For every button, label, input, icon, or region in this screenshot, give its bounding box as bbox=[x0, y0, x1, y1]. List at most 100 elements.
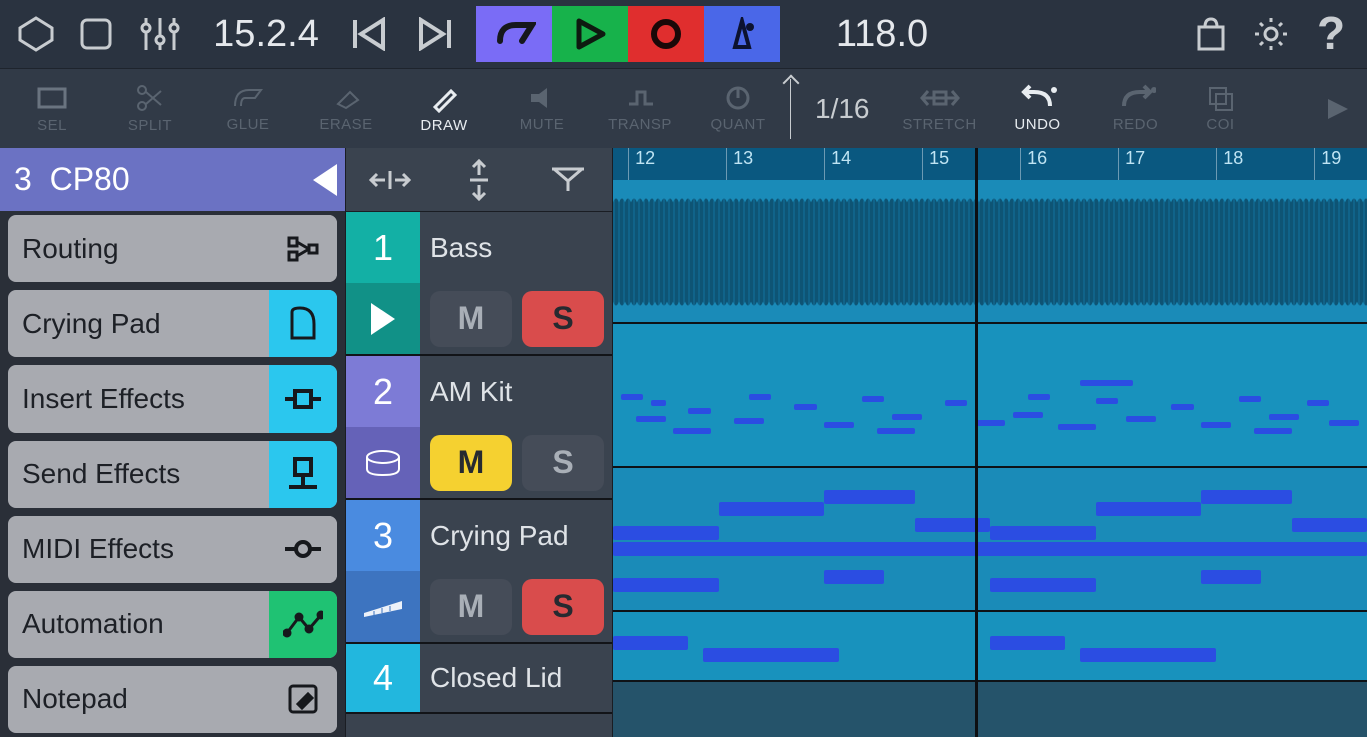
ruler-bar: 14 bbox=[824, 148, 851, 180]
svg-text:?: ? bbox=[1317, 11, 1345, 57]
mixer-icon[interactable] bbox=[128, 6, 192, 62]
timeline-ruler[interactable]: 12 13 14 15 16 17 18 19 bbox=[613, 148, 1367, 180]
tool-redo-label: REDO bbox=[1113, 116, 1158, 133]
song-position[interactable]: 15.2.4 bbox=[196, 13, 336, 56]
sidebar-item-send-effects[interactable]: Send Effects bbox=[8, 441, 337, 508]
tool-erase[interactable]: ERASE bbox=[298, 71, 394, 147]
track-play-button[interactable] bbox=[346, 283, 420, 354]
ruler-bar: 16 bbox=[1020, 148, 1047, 180]
solo-button[interactable]: S bbox=[522, 579, 604, 635]
tool-glue[interactable]: GLUE bbox=[200, 71, 296, 147]
tool-copy[interactable]: COI bbox=[1186, 71, 1256, 147]
sidebar-item-label: MIDI Effects bbox=[8, 533, 174, 565]
tool-transp-label: TRANSP bbox=[608, 116, 672, 133]
piano-icon bbox=[269, 290, 337, 357]
sidebar-item-instrument[interactable]: Crying Pad bbox=[8, 290, 337, 357]
tool-draw[interactable]: DRAW bbox=[396, 71, 492, 147]
sidebar-item-routing[interactable]: Routing bbox=[8, 215, 337, 282]
tool-redo[interactable]: REDO bbox=[1088, 71, 1184, 147]
track-name: Bass bbox=[420, 212, 612, 283]
track-name: Crying Pad bbox=[420, 500, 612, 571]
sidebar-item-midi-effects[interactable]: MIDI Effects bbox=[8, 516, 337, 583]
tool-transp[interactable]: TRANSP bbox=[592, 71, 688, 147]
forward-button[interactable] bbox=[404, 6, 464, 62]
tool-mute[interactable]: MUTE bbox=[494, 71, 590, 147]
tool-quant[interactable]: QUANT bbox=[690, 71, 786, 147]
tool-undo-label: UNDO bbox=[1014, 116, 1060, 133]
solo-button[interactable]: S bbox=[522, 291, 604, 347]
ruler-bar: 18 bbox=[1216, 148, 1243, 180]
sidebar-item-label: Send Effects bbox=[8, 458, 180, 490]
vertical-zoom-icon[interactable] bbox=[449, 156, 509, 204]
mute-button[interactable]: M bbox=[430, 435, 512, 491]
clip-lanes bbox=[613, 180, 1367, 737]
track-number: 2 bbox=[346, 356, 420, 427]
track-number: 1 bbox=[346, 212, 420, 283]
sidebar-item-notepad[interactable]: Notepad bbox=[8, 666, 337, 733]
sidebar-item-label: Routing bbox=[8, 233, 119, 265]
routing-icon bbox=[269, 215, 337, 282]
play-button[interactable] bbox=[552, 6, 628, 62]
horizontal-zoom-icon[interactable] bbox=[360, 156, 420, 204]
tool-stretch[interactable]: STRETCH bbox=[892, 71, 988, 147]
record-button[interactable] bbox=[628, 6, 704, 62]
clip-lane[interactable] bbox=[613, 468, 1367, 612]
tool-split[interactable]: SPLIT bbox=[102, 71, 198, 147]
track-instrument-icon[interactable] bbox=[346, 427, 420, 498]
track-name: Closed Lid bbox=[420, 644, 612, 712]
toolbar-play-icon[interactable] bbox=[1313, 71, 1363, 147]
shop-icon[interactable] bbox=[1183, 6, 1239, 62]
sidebar-header[interactable]: 3 CP80 bbox=[0, 148, 345, 211]
tool-draw-label: DRAW bbox=[420, 117, 467, 134]
stop-button[interactable] bbox=[68, 6, 124, 62]
ruler-bar: 19 bbox=[1314, 148, 1341, 180]
tool-split-label: SPLIT bbox=[128, 117, 172, 134]
playhead[interactable] bbox=[975, 148, 978, 737]
tool-erase-label: ERASE bbox=[319, 116, 372, 133]
mute-button[interactable]: M bbox=[430, 579, 512, 635]
topbar: 15.2.4 118.0 ? bbox=[0, 0, 1367, 68]
collapse-left-icon[interactable] bbox=[313, 164, 337, 196]
track-header[interactable]: 3 Crying Pad M S bbox=[346, 500, 612, 644]
track-number: 4 bbox=[346, 644, 420, 712]
clip-lane[interactable] bbox=[613, 180, 1367, 324]
notepad-icon bbox=[269, 666, 337, 733]
loop-button[interactable] bbox=[476, 6, 552, 62]
help-icon[interactable]: ? bbox=[1303, 6, 1359, 62]
edit-toolbar: SEL SPLIT GLUE ERASE DRAW MUTE TRANSP QU… bbox=[0, 68, 1367, 148]
ruler-bar: 15 bbox=[922, 148, 949, 180]
tempo-display[interactable]: 118.0 bbox=[812, 13, 952, 56]
track-tools-row bbox=[346, 148, 612, 212]
mute-button[interactable]: M bbox=[430, 291, 512, 347]
track-instrument-icon[interactable] bbox=[346, 571, 420, 642]
tool-sel[interactable]: SEL bbox=[4, 71, 100, 147]
sidebar-item-label: Insert Effects bbox=[8, 383, 185, 415]
settings-icon[interactable] bbox=[1243, 6, 1299, 62]
sidebar-header-label: 3 CP80 bbox=[14, 161, 130, 198]
track-header[interactable]: 4 Closed Lid bbox=[346, 644, 612, 714]
track-header[interactable]: 2 AM Kit M S bbox=[346, 356, 612, 500]
track-header[interactable]: 1 Bass M S bbox=[346, 212, 612, 356]
clip-lane[interactable] bbox=[613, 612, 1367, 682]
project-icon[interactable] bbox=[8, 6, 64, 62]
sidebar-item-label: Crying Pad bbox=[8, 308, 161, 340]
sidebar-item-label: Automation bbox=[8, 608, 164, 640]
ruler-bar: 12 bbox=[628, 148, 655, 180]
sidebar-item-insert-effects[interactable]: Insert Effects bbox=[8, 365, 337, 432]
rewind-button[interactable] bbox=[340, 6, 400, 62]
track-header-column: 1 Bass M S 2 AM Kit M bbox=[345, 148, 613, 737]
tool-sel-label: SEL bbox=[37, 117, 67, 134]
filter-icon[interactable] bbox=[538, 156, 598, 204]
metronome-button[interactable] bbox=[704, 6, 780, 62]
midi-icon bbox=[269, 516, 337, 583]
solo-button[interactable]: S bbox=[522, 435, 604, 491]
clip-lane[interactable] bbox=[613, 324, 1367, 468]
track-number: 3 bbox=[346, 500, 420, 571]
ruler-bar: 17 bbox=[1118, 148, 1145, 180]
clip-area[interactable]: 12 13 14 15 16 17 18 19 bbox=[613, 148, 1367, 737]
snap-value[interactable]: 1/16 bbox=[815, 93, 870, 125]
sidebar-item-label: Notepad bbox=[8, 683, 128, 715]
tool-undo[interactable]: UNDO bbox=[990, 71, 1086, 147]
sidebar-item-automation[interactable]: Automation bbox=[8, 591, 337, 658]
track-name: AM Kit bbox=[420, 356, 612, 427]
